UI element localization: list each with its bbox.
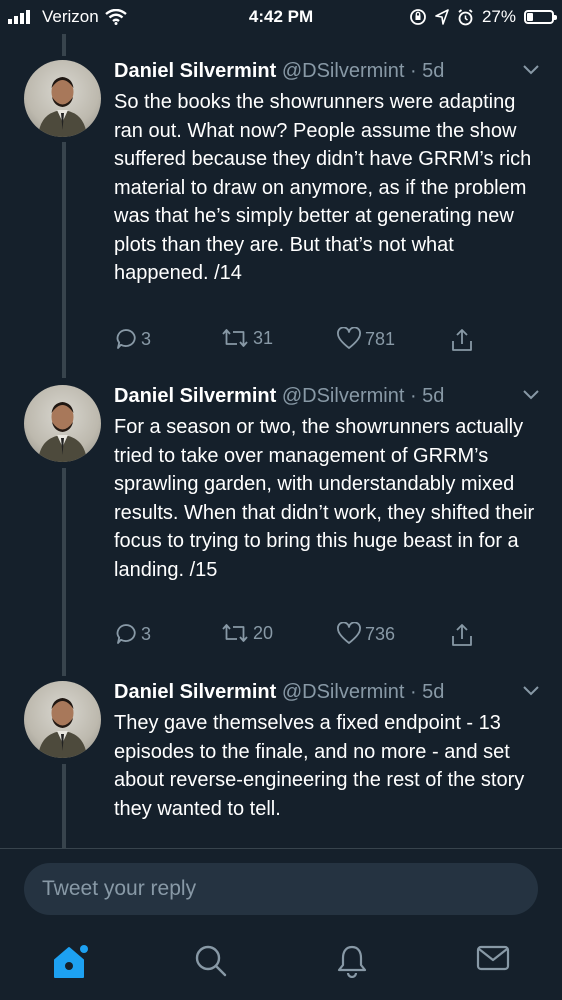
location-icon [435, 9, 449, 25]
thread-line [62, 142, 66, 378]
notifications-icon [337, 945, 367, 979]
share-icon [452, 624, 472, 646]
tab-notifications[interactable] [336, 944, 368, 983]
avatar[interactable] [24, 681, 101, 758]
tab-messages[interactable] [476, 944, 510, 977]
author-handle[interactable]: @DSilvermint [282, 681, 405, 703]
alarm-icon [458, 8, 473, 25]
heart-icon [337, 327, 361, 349]
author-handle[interactable]: @DSilvermint [282, 60, 405, 82]
like-button[interactable]: 736 [336, 622, 395, 646]
author-name[interactable]: Daniel Silvermint [114, 681, 276, 703]
messages-icon [476, 945, 510, 971]
tweet-actions: 3 31 781 [114, 327, 494, 357]
retweet-count: 20 [253, 622, 274, 643]
author-name[interactable]: Daniel Silvermint [114, 385, 276, 407]
tweet-header: Daniel Silvermint @DSilvermint · 5d [114, 385, 444, 408]
thread-line [62, 34, 66, 56]
battery-percent: 27% [481, 7, 516, 26]
share-button[interactable] [450, 327, 474, 353]
retweet-icon [222, 624, 248, 642]
like-count: 736 [365, 623, 396, 644]
tweet-actions: 3 20 736 [114, 622, 494, 652]
tab-home[interactable] [52, 944, 90, 985]
orientation-lock-icon [410, 9, 426, 25]
retweet-button[interactable]: 20 [220, 622, 273, 644]
tweet-header: Daniel Silvermint @DSilvermint · 5d [114, 60, 444, 83]
thread-line [62, 468, 66, 676]
reply-icon [116, 624, 136, 644]
home-icon [54, 945, 88, 978]
chevron-down-icon[interactable] [522, 685, 540, 697]
avatar[interactable] [24, 385, 101, 462]
share-button[interactable] [450, 622, 474, 648]
author-name[interactable]: Daniel Silvermint [114, 60, 276, 82]
reply-bar: Tweet your reply [0, 848, 562, 919]
retweet-count: 31 [253, 327, 274, 348]
battery-level [527, 13, 534, 21]
tweet-time: · 5d [409, 385, 445, 407]
heart-icon [337, 622, 361, 644]
retweet-button[interactable]: 31 [220, 327, 273, 349]
retweet-icon [222, 329, 248, 347]
tab-bar [0, 920, 562, 1000]
status-bar: Verizon 4:42 PM 27% [0, 0, 562, 34]
tweet-time: · 5d [409, 681, 445, 703]
like-count: 781 [365, 328, 396, 349]
author-handle[interactable]: @DSilvermint [282, 385, 405, 407]
tweet-text: They gave themselves a fixed endpoint - … [114, 712, 525, 820]
reply-icon [116, 329, 136, 349]
status-indicators: 27% [409, 7, 557, 27]
thread-line [62, 764, 66, 848]
tweet-text: For a season or two, the showrunners act… [114, 416, 535, 581]
like-button[interactable]: 781 [336, 327, 395, 351]
reply-input[interactable]: Tweet your reply [24, 863, 538, 915]
tweet-text: So the books the showrunners were adapti… [114, 91, 532, 284]
reply-button[interactable]: 3 [114, 622, 151, 646]
search-icon [195, 945, 227, 977]
reply-count: 3 [141, 623, 152, 644]
share-icon [452, 329, 472, 351]
chevron-down-icon[interactable] [522, 389, 540, 401]
chevron-down-icon[interactable] [522, 64, 540, 76]
tweet-header: Daniel Silvermint @DSilvermint · 5d [114, 681, 444, 704]
battery-icon [524, 10, 557, 24]
reply-count: 3 [141, 328, 152, 349]
reply-button[interactable]: 3 [114, 327, 151, 351]
tweet-time: · 5d [409, 60, 445, 82]
tab-search[interactable] [194, 944, 228, 983]
avatar[interactable] [24, 60, 101, 137]
